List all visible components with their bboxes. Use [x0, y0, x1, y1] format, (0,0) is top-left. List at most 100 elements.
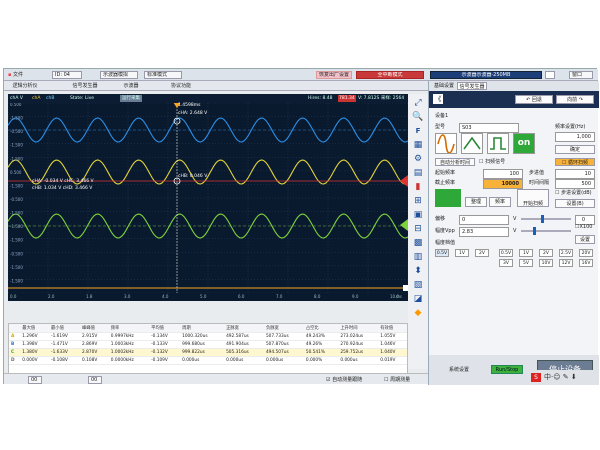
amp-preset-button[interactable]: 1V: [455, 249, 469, 257]
step-input[interactable]: 10: [555, 169, 595, 179]
scope-screen[interactable]: 0.500 -1.500 -0.500 -1.500 -1.500 0.500 -1.500…: [7, 102, 409, 294]
amp-set-button[interactable]: 设置: [575, 235, 595, 244]
tab-protocol[interactable]: 协议功能: [162, 82, 200, 90]
freq-input[interactable]: 1,000: [555, 132, 595, 142]
amp-preset-button[interactable]: 1V: [519, 249, 533, 257]
type-select[interactable]: S03: [459, 123, 519, 133]
triangle-wave-button[interactable]: [461, 133, 483, 154]
amp-preset-button[interactable]: 10V: [539, 259, 553, 267]
tag-icon[interactable]: ◆: [412, 308, 424, 319]
ch-a-label[interactable]: chA: [32, 94, 40, 103]
offset-slider-thumb[interactable]: [541, 215, 544, 223]
tray-icons[interactable]: 中·☺ ✎ ⬇: [544, 372, 577, 382]
amp-preset-label: 幅度档值: [435, 240, 456, 246]
amp-preset-button[interactable]: 0.5V: [499, 249, 513, 257]
y-tick: 0.500: [10, 103, 22, 107]
record-icon[interactable]: ⊟: [412, 224, 424, 235]
amp-preset-button[interactable]: 2V: [475, 249, 489, 257]
tab-siggen-panel[interactable]: 信号发生器: [457, 82, 487, 90]
sweep-check[interactable]: ☐ 扫频信号: [479, 158, 505, 166]
channel-info: V: 7.812S 采样: 2564: [358, 96, 405, 101]
auto-analyze-button[interactable]: 自动分析时间: [435, 158, 475, 166]
forward-button[interactable]: 向前 ↷: [556, 95, 594, 104]
factory-reset-button[interactable]: 恢复出厂设置: [316, 71, 352, 79]
meas-cell: -1.619V: [49, 332, 81, 341]
amp-preset-button[interactable]: 12V: [559, 259, 573, 267]
time-input[interactable]: 500: [555, 179, 595, 189]
cursor-icon[interactable]: ▤: [412, 168, 424, 179]
period-measure-check[interactable]: ☐ 周期测量: [384, 376, 410, 384]
save-icon[interactable]: ▣: [412, 210, 424, 221]
setup-db-button[interactable]: 设置(B): [555, 199, 595, 208]
f-key-icon[interactable]: F: [412, 126, 424, 137]
bars-icon[interactable]: ▮: [412, 182, 424, 193]
measure-icon[interactable]: ⊞: [412, 196, 424, 207]
x100-check[interactable]: ☐X100: [575, 223, 592, 231]
offset-input[interactable]: 0: [459, 215, 509, 225]
step-db-check[interactable]: ☐ 步进设置(dB): [555, 189, 592, 197]
status-b[interactable]: 00: [88, 376, 102, 384]
tab-basic[interactable]: 基础设置: [431, 82, 457, 90]
minimize-button[interactable]: [545, 71, 555, 79]
start-sweep-button[interactable]: 开始扫频: [517, 189, 549, 207]
settings-icon[interactable]: ⚙: [412, 154, 424, 165]
meas-row[interactable]: B 1.398V -1.471V 2.869V 1.0003kHz -0.133V 999.…: [9, 340, 407, 349]
mode-select[interactable]: 示波器模拟: [100, 71, 138, 79]
amp-preset-button[interactable]: 3V: [499, 259, 513, 267]
zoom-in-icon[interactable]: 🔍: [412, 112, 424, 123]
amp-preset-button[interactable]: 0.5V: [435, 249, 449, 257]
tab-scope[interactable]: 示波器: [112, 82, 150, 90]
meas-row[interactable]: D 0.000V -0.108V 0.108V 0.0000kHz -0.109V 0.00…: [9, 356, 407, 365]
vpp-slider[interactable]: [521, 230, 571, 232]
vpp-slider-thumb[interactable]: [533, 227, 536, 235]
square-wave-button[interactable]: [487, 133, 509, 154]
chart-icon[interactable]: ▦: [412, 140, 424, 151]
vpp-input[interactable]: 2.83: [459, 227, 509, 237]
display-icon[interactable]: ▩: [412, 238, 424, 249]
meas-cell: -0.109V: [149, 356, 181, 365]
ruler-icon[interactable]: ◪: [412, 294, 424, 305]
amp-preset-button[interactable]: 20V: [579, 249, 593, 257]
file-menu[interactable]: ▪ 文件: [8, 71, 23, 79]
ch-b-label[interactable]: chB: [46, 94, 54, 103]
fullscreen-icon[interactable]: ⤢: [412, 98, 424, 109]
tab-logic[interactable]: 逻辑分析仪: [6, 82, 44, 90]
full-mode-button[interactable]: 全中断模式: [356, 71, 424, 79]
start-freq-input[interactable]: 100: [483, 169, 523, 179]
amp-preset-button[interactable]: 16V: [579, 259, 593, 267]
back-icon[interactable]: 《: [433, 94, 443, 104]
meas-row[interactable]: C 1.380V -1.633V 2.870V 1.0002kHz -0.132V 999.…: [9, 348, 407, 357]
meas-cell: 270.924us: [338, 340, 379, 349]
math-icon[interactable]: ▧: [412, 280, 424, 291]
window-button[interactable]: 窗口: [569, 71, 593, 79]
x-tick: 1.8: [86, 294, 93, 299]
ime-icon[interactable]: S: [531, 373, 541, 382]
tab-siggen[interactable]: 信号发生器: [66, 82, 104, 90]
meas-cell: 507.870us: [263, 340, 304, 349]
meas-row[interactable]: A 1.296V -1.619V 2.915V 0.9997kHz -0.134V 1000…: [9, 332, 407, 341]
undo-button[interactable]: ↶ 回退: [515, 95, 553, 104]
export-icon[interactable]: ⬍: [412, 266, 424, 277]
amp-preset-button[interactable]: 2V: [539, 249, 553, 257]
sweep-toggle[interactable]: [435, 189, 461, 207]
meas-cell: -0.108V: [49, 356, 81, 365]
auto-measure-check[interactable]: ☑ 自动测量跟随: [326, 376, 362, 384]
ex-button[interactable]: 整理: [465, 197, 487, 207]
output-on-button[interactable]: on: [513, 133, 535, 154]
end-freq-input[interactable]: 10000: [483, 179, 523, 189]
amp-preset-button[interactable]: 2.5V: [559, 249, 573, 257]
system-settings-button[interactable]: 系统设置: [449, 366, 469, 374]
vpp-unit: V: [513, 228, 517, 234]
freq-apply-button[interactable]: 确定: [555, 145, 595, 154]
device-select[interactable]: ID: 04: [52, 71, 82, 79]
run-stop-button[interactable]: Run/Stop: [491, 365, 523, 374]
load-button[interactable]: 频率: [489, 197, 511, 207]
amp-preset-button[interactable]: 5V: [519, 259, 533, 267]
grid-icon[interactable]: ▥: [412, 252, 424, 263]
sine-wave-button[interactable]: [435, 133, 457, 154]
run-capture[interactable]: 运行采集: [120, 95, 142, 102]
std-select[interactable]: 标准模式: [144, 71, 182, 79]
status-a[interactable]: 00: [28, 376, 42, 384]
offset-slider[interactable]: [521, 218, 571, 220]
loop-sweep-button[interactable]: ☐ 循环扫频: [555, 158, 595, 166]
